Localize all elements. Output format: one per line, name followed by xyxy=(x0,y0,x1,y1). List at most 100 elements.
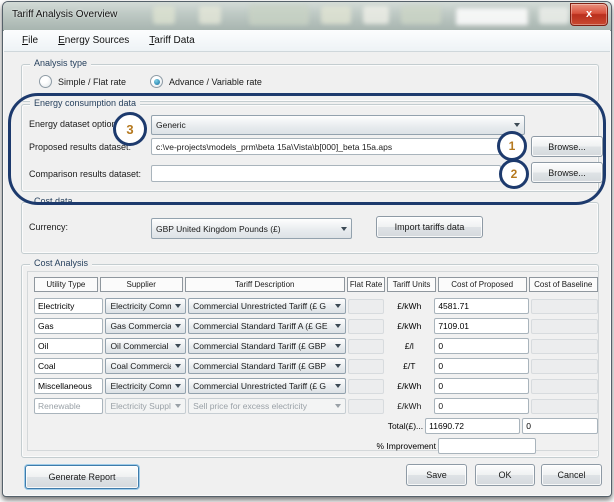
chevron-down-icon xyxy=(331,299,345,313)
total-label: Total(£)... xyxy=(377,421,423,431)
cost-of-proposed-cell[interactable]: 7109.01 xyxy=(434,318,528,334)
browse-proposed-button[interactable]: Browse... xyxy=(531,136,603,157)
flat-rate-cell xyxy=(348,339,385,354)
annotation-circle-3: 3 xyxy=(113,112,147,146)
import-tariffs-button[interactable]: Import tariffs data xyxy=(376,216,483,238)
menu-tariff-data[interactable]: Tariff Data xyxy=(146,33,197,48)
screenshot: Tariff Analysis Overview x File Energy S… xyxy=(0,0,614,502)
flat-rate-cell xyxy=(348,319,385,334)
table-row: Renewable Electricity Supplier1 Sell pri… xyxy=(34,398,598,414)
titlebar: Tariff Analysis Overview x xyxy=(3,2,611,31)
energy-dataset-option-label: Energy dataset option: xyxy=(29,119,119,129)
energy-consumption-group-label: Energy consumption data xyxy=(30,98,140,108)
chevron-down-icon xyxy=(171,339,185,353)
table-row: Gas Gas Commercial Su Commercial Standar… xyxy=(34,318,598,334)
cancel-button[interactable]: Cancel xyxy=(541,464,602,486)
table-row: Miscellaneous Electricity Commerc Commer… xyxy=(34,378,598,394)
flat-rate-cell xyxy=(348,399,385,414)
table-row: Electricity Electricity Commerc Commerci… xyxy=(34,298,598,314)
proposed-results-input[interactable]: c:\ve-projects\models_prm\beta 15a\Vista… xyxy=(151,138,501,155)
titlebar-background-artifact xyxy=(199,6,221,24)
utility-type-cell[interactable]: Electricity xyxy=(34,298,103,314)
improvement-value[interactable] xyxy=(438,438,536,454)
titlebar-background-artifact xyxy=(321,6,351,24)
chevron-down-icon xyxy=(171,319,185,333)
tariff-description-dropdown[interactable]: Commercial Unrestricted Tariff (£ G xyxy=(188,298,346,314)
analysis-type-group: Analysis type Simple / Flat rate Advance… xyxy=(21,64,599,102)
menu-energy-sources[interactable]: Energy Sources xyxy=(55,33,132,48)
utility-type-cell[interactable]: Gas xyxy=(34,318,103,334)
cost-analysis-table: Utility Type Supplier Tariff Description… xyxy=(27,271,599,451)
supplier-dropdown[interactable]: Gas Commercial Su xyxy=(105,318,186,334)
titlebar-background-artifact xyxy=(455,7,529,26)
supplier-dropdown: Electricity Supplier1 xyxy=(105,398,186,414)
flat-rate-cell xyxy=(348,359,385,374)
titlebar-background-artifact xyxy=(153,6,175,24)
tariff-description-dropdown[interactable]: Commercial Standard Tariff (£ GBP xyxy=(188,358,346,374)
cost-data-group-label: Cost data xyxy=(30,196,77,206)
improvement-label: % Improvement xyxy=(348,441,436,451)
total-row: Total(£)... 11690.72 0 xyxy=(34,418,598,434)
save-button[interactable]: Save xyxy=(406,464,467,486)
tariff-units-label: £/kWh xyxy=(386,401,432,411)
utility-type-cell[interactable]: Oil xyxy=(34,338,103,354)
total-baseline-value: 0 xyxy=(522,418,598,434)
utility-type-cell[interactable]: Miscellaneous xyxy=(34,378,103,394)
chevron-down-icon xyxy=(331,319,345,333)
menu-file[interactable]: File xyxy=(19,33,41,48)
header-cost-of-proposed: Cost of Proposed xyxy=(438,277,527,292)
tariff-description-dropdown: Sell price for excess electricity xyxy=(188,398,346,414)
header-tariff-description: Tariff Description xyxy=(185,277,345,292)
titlebar-background-artifact xyxy=(539,7,569,24)
cost-of-proposed-cell[interactable]: 0 xyxy=(434,378,528,394)
table-row: Coal Coal Commercial Su Commercial Stand… xyxy=(34,358,598,374)
chevron-down-icon xyxy=(171,359,185,373)
currency-value: GBP United Kingdom Pounds (£) xyxy=(152,224,337,234)
generate-report-button[interactable]: Generate Report xyxy=(25,465,139,489)
cost-of-baseline-cell xyxy=(531,359,598,374)
browse-comparison-button[interactable]: Browse... xyxy=(531,162,603,183)
tariff-analysis-dialog: Tariff Analysis Overview x File Energy S… xyxy=(2,1,612,497)
currency-dropdown[interactable]: GBP United Kingdom Pounds (£) xyxy=(151,218,352,239)
close-button[interactable]: x xyxy=(570,3,608,26)
energy-dataset-option-dropdown[interactable]: Generic xyxy=(151,115,525,135)
tariff-units-label: £/kWh xyxy=(386,381,432,391)
radio-advance-variable-rate[interactable]: Advance / Variable rate xyxy=(150,75,262,88)
tariff-units-label: £/kWh xyxy=(386,321,432,331)
header-flat-rate: Flat Rate xyxy=(347,277,386,292)
radio-simple-flat-rate[interactable]: Simple / Flat rate xyxy=(39,75,126,88)
radio-label: Simple / Flat rate xyxy=(58,77,126,87)
ok-button[interactable]: OK xyxy=(475,464,535,486)
flat-rate-cell xyxy=(348,379,385,394)
cost-of-proposed-cell[interactable]: 4581.71 xyxy=(434,298,528,314)
tariff-description-dropdown[interactable]: Commercial Unrestricted Tariff (£ G xyxy=(188,378,346,394)
tariff-description-dropdown[interactable]: Commercial Standard Tariff A (£ GE xyxy=(188,318,346,334)
supplier-dropdown[interactable]: Oil Commercial Sup xyxy=(105,338,186,354)
radio-icon xyxy=(150,75,163,88)
utility-type-cell: Renewable xyxy=(34,398,103,414)
proposed-results-label: Proposed results dataset: xyxy=(29,142,131,152)
cost-of-proposed-cell[interactable]: 0 xyxy=(434,398,528,414)
comparison-results-input[interactable] xyxy=(151,165,501,182)
cost-of-baseline-cell xyxy=(531,379,598,394)
menubar: File Energy Sources Tariff Data xyxy=(4,30,610,52)
chevron-down-icon xyxy=(331,399,345,413)
cost-of-proposed-cell[interactable]: 0 xyxy=(434,338,528,354)
table-row: Oil Oil Commercial Sup Commercial Standa… xyxy=(34,338,598,354)
tariff-units-label: £/l xyxy=(386,341,432,351)
header-supplier: Supplier xyxy=(100,277,183,292)
utility-type-cell[interactable]: Coal xyxy=(34,358,103,374)
radio-label: Advance / Variable rate xyxy=(169,77,262,87)
annotation-circle-1: 1 xyxy=(497,131,527,161)
supplier-dropdown[interactable]: Electricity Commerc xyxy=(105,378,186,394)
supplier-dropdown[interactable]: Coal Commercial Su xyxy=(105,358,186,374)
tariff-description-dropdown[interactable]: Commercial Standard Tariff (£ GBP xyxy=(188,338,346,354)
cost-of-proposed-cell[interactable]: 0 xyxy=(434,358,528,374)
chevron-down-icon xyxy=(171,299,185,313)
cost-of-baseline-cell xyxy=(531,339,598,354)
window-title: Tariff Analysis Overview xyxy=(12,9,117,20)
header-tariff-units: Tariff Units xyxy=(387,277,435,292)
supplier-dropdown[interactable]: Electricity Commerc xyxy=(105,298,186,314)
energy-dataset-option-value: Generic xyxy=(152,120,510,130)
chevron-down-icon xyxy=(337,219,351,238)
